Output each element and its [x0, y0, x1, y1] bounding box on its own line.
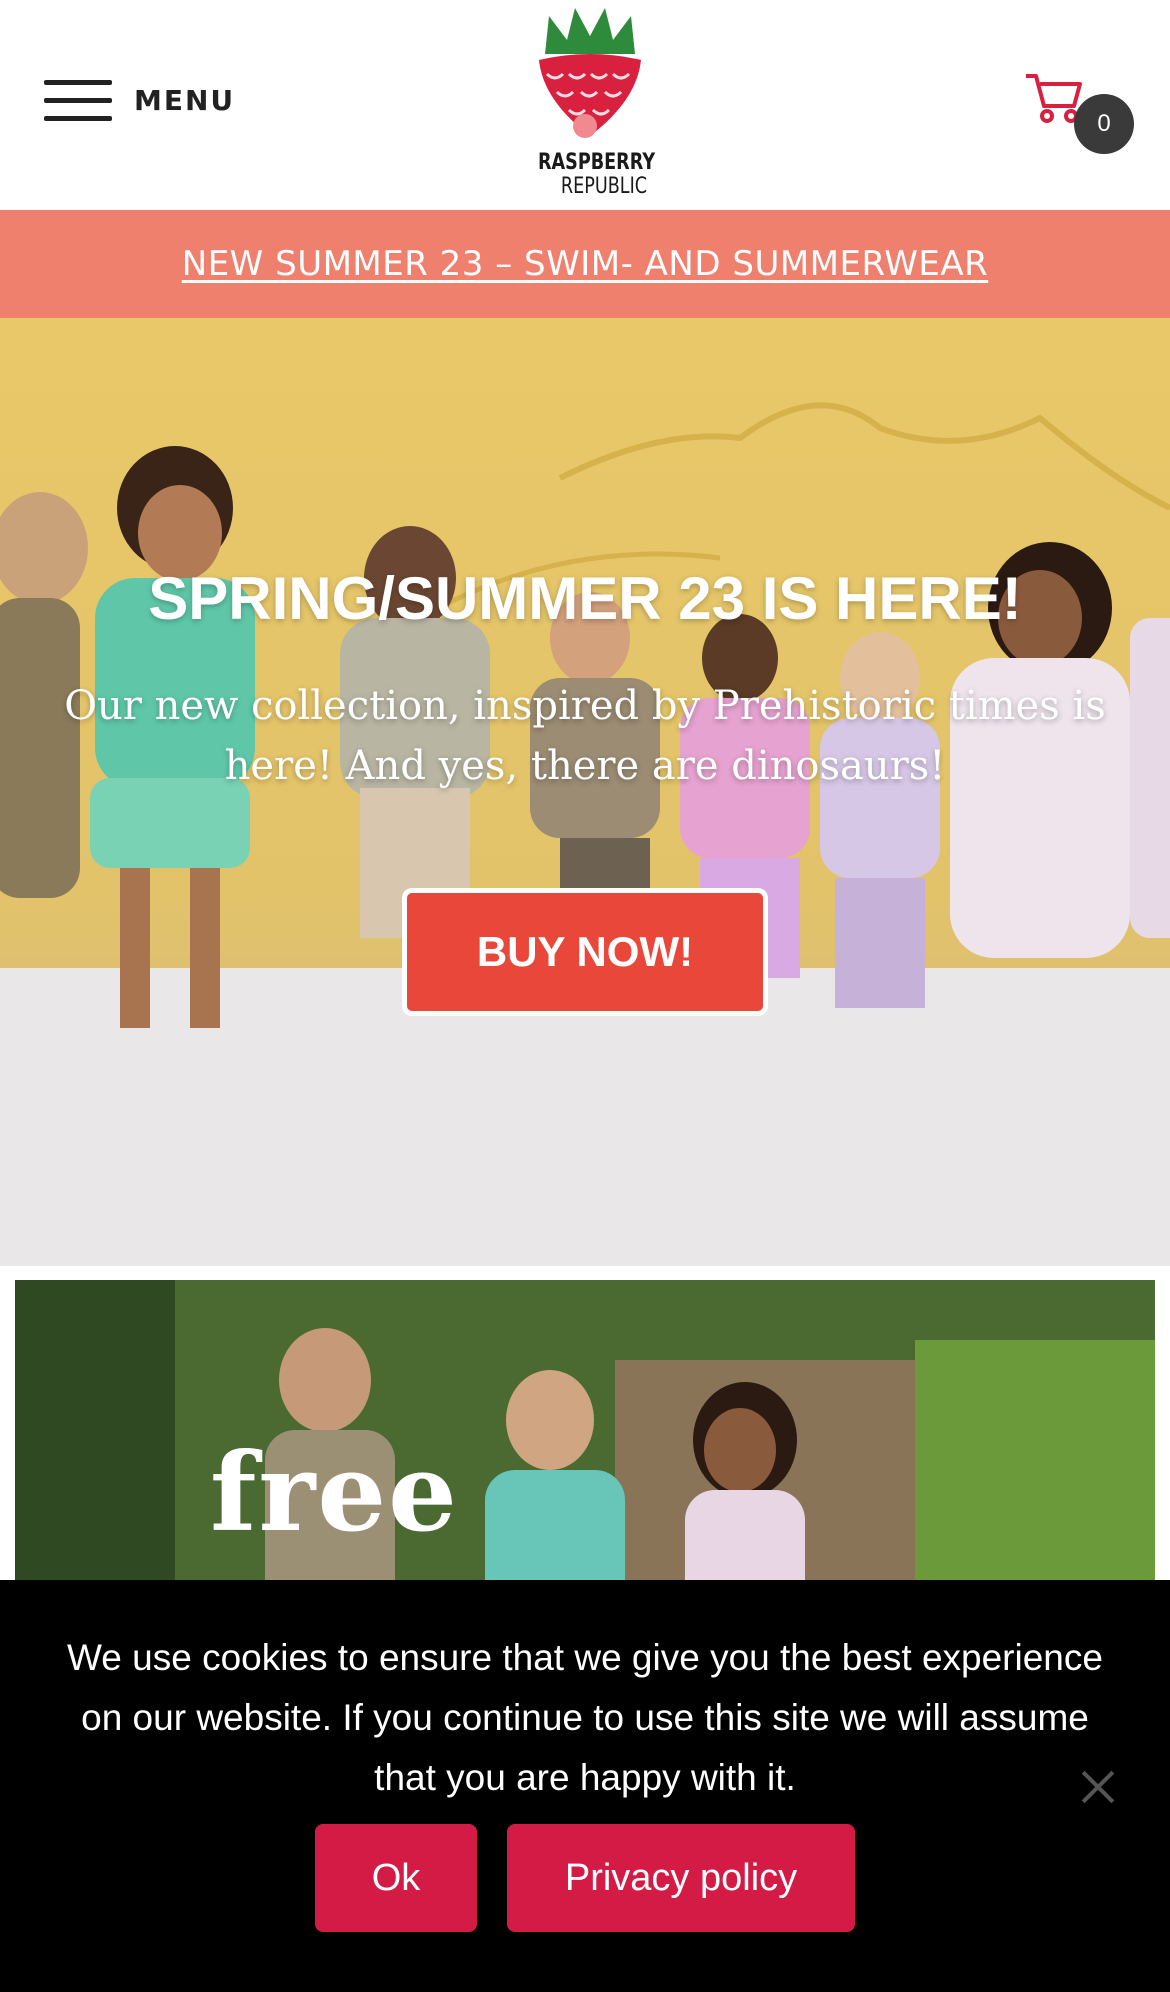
hero-banner: SPRING/SUMMER 23 IS HERE! Our new collec…: [0, 318, 1170, 1266]
buy-now-button[interactable]: BUY NOW!: [402, 888, 768, 1016]
promo-bar: NEW SUMMER 23 – SWIM- AND SUMMERWEAR: [0, 210, 1170, 318]
cookie-message: We use cookies to ensure that we give yo…: [67, 1637, 1103, 1798]
raspberry-republic-logo[interactable]: RASPBERRY REPUBLIC: [525, 4, 655, 204]
hero-subtitle: Our new collection, inspired by Prehisto…: [64, 683, 1106, 789]
privacy-policy-button[interactable]: Privacy policy: [507, 1824, 855, 1932]
logo-text-republic: REPUBLIC: [560, 174, 648, 199]
logo-text-raspberry: RASPBERRY: [538, 150, 656, 175]
hero-title: SPRING/SUMMER 23 IS HERE!: [148, 565, 1022, 632]
cookie-ok-button[interactable]: Ok: [315, 1824, 477, 1932]
raspberry-icon: [539, 8, 641, 138]
promo-link[interactable]: NEW SUMMER 23 – SWIM- AND SUMMERWEAR: [182, 244, 988, 284]
close-icon[interactable]: [1078, 1766, 1118, 1806]
cart-button[interactable]: 0: [1024, 70, 1134, 160]
banner-headline: free: [210, 1430, 459, 1556]
cart-count-badge: 0: [1074, 94, 1134, 154]
menu-button[interactable]: MENU: [44, 78, 235, 122]
cookie-consent-bar: We use cookies to ensure that we give yo…: [0, 1580, 1170, 1992]
hamburger-icon: [44, 78, 112, 122]
site-header: MENU RASPBERRY REPUBLIC 0: [0, 0, 1170, 210]
menu-label: MENU: [134, 83, 236, 117]
